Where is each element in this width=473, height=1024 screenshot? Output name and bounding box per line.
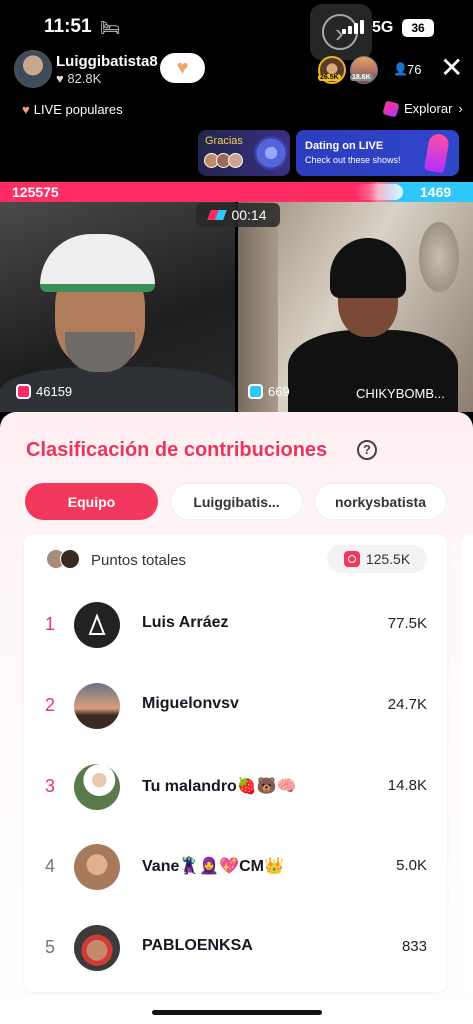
left-points[interactable]: 46159 (16, 384, 72, 399)
rank-number: 2 (44, 695, 55, 715)
gracias-label: Gracias (205, 135, 243, 147)
rank-number: 3 (44, 776, 55, 796)
avatar[interactable] (74, 764, 120, 810)
chevron-right-icon: › (458, 101, 463, 116)
list-item[interactable]: 3 Tu malandro🍓🐻🧠 14.8K (24, 752, 447, 822)
contributor-score: 5.0K (396, 857, 427, 874)
host-name[interactable]: Luiggibatista8 (56, 53, 158, 70)
total-points-chip: 125.5K (327, 545, 427, 573)
fan-level-badge: 9 (184, 67, 190, 77)
heart-icon: ♥ (22, 102, 30, 117)
video-subject (65, 332, 135, 372)
host-video[interactable] (0, 202, 235, 412)
follow-button[interactable]: ♥ 9 (160, 53, 205, 83)
explore-link[interactable]: Explorar › (382, 99, 463, 118)
tab-team[interactable]: Equipo (25, 483, 158, 520)
total-points-label: Puntos totales (91, 552, 187, 569)
avatar[interactable] (74, 683, 120, 729)
contributor-name: Vane🦹‍♀️🧕💖CM👑 (142, 858, 284, 875)
list-item[interactable]: 4 Vane🦹‍♀️🧕💖CM👑 5.0K (24, 832, 447, 902)
avatar[interactable] (74, 602, 120, 648)
signal-icon (342, 20, 364, 34)
right-points[interactable]: 669 (248, 384, 290, 399)
points-icon (248, 384, 263, 399)
rank-number: 1 (44, 614, 55, 634)
battle-icon (207, 210, 228, 220)
contributor-score: 24.7K (387, 696, 427, 713)
right-team-score: 1469 (420, 184, 452, 200)
sheet-title: Clasificación de contribuciones (26, 439, 328, 461)
avatar (228, 153, 243, 168)
avatar (60, 549, 80, 569)
dating-title: Dating on LIVE (305, 140, 384, 152)
avatar[interactable] (74, 844, 120, 890)
battery-indicator: 36 (402, 19, 434, 37)
dating-live-banner[interactable]: Dating on LIVE Check out these shows! (296, 130, 459, 176)
dating-subtitle: Check out these shows! (305, 155, 401, 165)
close-icon[interactable]: ✕ (440, 54, 463, 82)
points-icon (16, 384, 31, 399)
battle-timer-value: 00:14 (231, 207, 267, 223)
contributor-name: Miguelonvsv (142, 695, 239, 712)
rank-number: 5 (44, 937, 55, 957)
video-background (238, 202, 278, 412)
clock: 11:51 (44, 16, 92, 37)
explore-label: Explorar (404, 101, 453, 116)
help-icon[interactable]: ? (357, 440, 377, 460)
left-team-score: 125575 (12, 184, 59, 200)
opponent-name[interactable]: CHIKYBOMB... (356, 386, 445, 401)
viewer-badge: 18.6K (350, 74, 373, 81)
logo-icon (88, 613, 106, 635)
battle-streak-effect (355, 184, 403, 200)
rank-number: 4 (44, 856, 55, 876)
status-bar: 11:51 🛏 5G 36 (0, 0, 473, 60)
team-avatars (46, 549, 86, 571)
list-item[interactable]: 5 PABLOENKSA 833 (24, 913, 447, 983)
video-subject (330, 238, 406, 298)
opponent-video[interactable] (238, 202, 473, 412)
host-avatar[interactable] (14, 50, 52, 88)
left-points-value: 46159 (36, 384, 73, 399)
list-item[interactable]: 2 Miguelonvsv 24.7K (24, 671, 447, 741)
network-label: 5G (372, 19, 394, 36)
live-popular-label: LIVE populares (33, 102, 123, 117)
contributor-name: Tu malandro🍓🐻🧠 (142, 778, 297, 795)
home-indicator[interactable] (152, 1010, 322, 1015)
viewer-badge: 26.5K (318, 74, 341, 81)
gracias-banner[interactable]: Gracias (198, 130, 290, 176)
dancer-icon (423, 132, 451, 174)
contribution-sheet: Clasificación de contribuciones ? Equipo… (0, 412, 473, 1024)
contributor-name: PABLOENKSA (142, 937, 253, 954)
tab-host[interactable]: Luiggibatis... (170, 483, 303, 520)
person-icon: 👤 (393, 62, 408, 76)
battle-timer: 00:14 (196, 203, 280, 227)
gift-disc-icon (254, 136, 288, 170)
host-likes: ♥ 82.8K (56, 71, 101, 86)
bed-icon: 🛏 (100, 20, 121, 37)
list-item[interactable]: 1 Luis Arráez 77.5K (24, 590, 447, 660)
right-points-value: 669 (268, 384, 290, 399)
avatar[interactable] (74, 925, 120, 971)
points-icon (343, 551, 360, 567)
video-background (419, 222, 459, 292)
live-popular-link[interactable]: ♥ LIVE populares (22, 102, 123, 117)
heart-icon: ♥ (56, 71, 68, 86)
contributor-score: 14.8K (387, 777, 427, 794)
contributor-score: 833 (401, 938, 427, 955)
tab-opponent[interactable]: norkysbatista (314, 483, 447, 520)
contributor-name: Luis Arráez (142, 614, 229, 631)
host-likes-value: 82.8K (67, 71, 102, 86)
video-subject (40, 234, 155, 292)
cube-icon (382, 99, 400, 118)
next-card-peek (461, 534, 473, 992)
ranking-card: Puntos totales 125.5K 1 Luis Arráez 77.5… (24, 534, 447, 992)
total-points-value: 125.5K (365, 551, 411, 567)
contributor-score: 77.5K (387, 615, 427, 632)
viewer-count[interactable]: 76 (407, 62, 421, 77)
